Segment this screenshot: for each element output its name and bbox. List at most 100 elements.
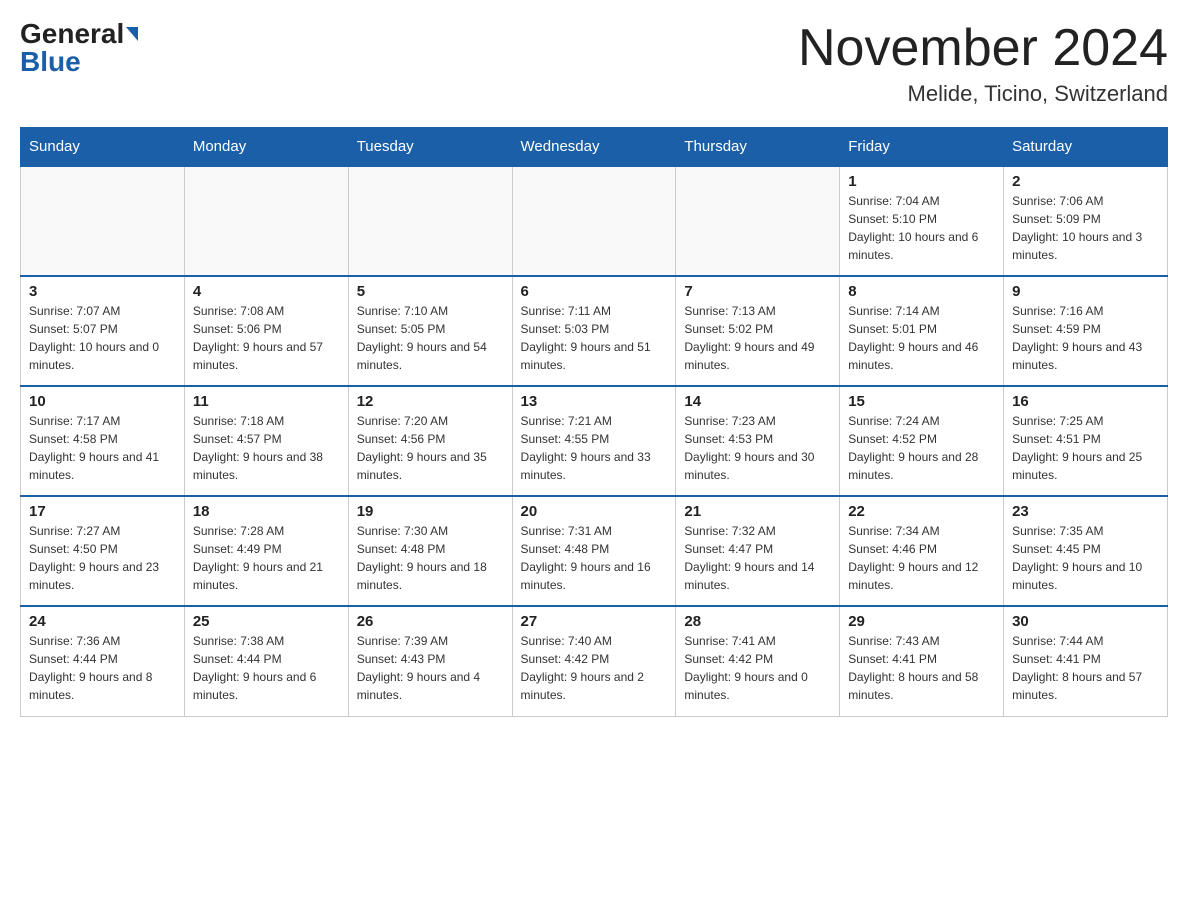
calendar-cell: 22 Sunrise: 7:34 AMSunset: 4:46 PMDayligh… [840, 496, 1004, 606]
sun-info: Sunrise: 7:21 AMSunset: 4:55 PMDaylight:… [521, 412, 668, 484]
calendar-cell [512, 166, 676, 276]
day-number: 11 [193, 393, 340, 410]
calendar-cell: 17Sunrise: 7:27 AMSunset: 4:50 PMDayligh… [21, 496, 185, 606]
sun-info: Sunrise: 7:38 AMSunset: 4:44 PMDaylight:… [193, 632, 340, 704]
day-number: 4 [193, 283, 340, 300]
day-number: 24 [29, 613, 176, 630]
sun-info: Sunrise: 7:25 AMSunset: 4:51 PMDaylight:… [1012, 412, 1159, 484]
sun-info: Sunrise: 7:10 AMSunset: 5:05 PMDaylight:… [357, 302, 504, 374]
calendar-cell: 24 Sunrise: 7:36 AMSunset: 4:44 PMDayligh… [21, 606, 185, 716]
calendar-cell: 1 Sunrise: 7:04 AMSunset: 5:10 PMDaylight… [840, 166, 1004, 276]
day-number: 12 [357, 393, 504, 410]
calendar-cell: 25Sunrise: 7:38 AMSunset: 4:44 PMDayligh… [184, 606, 348, 716]
calendar-week-2: 3Sunrise: 7:07 AMSunset: 5:07 PMDaylight… [21, 276, 1168, 386]
day-number: 28 [684, 613, 831, 630]
sun-info: Sunrise: 7:20 AMSunset: 4:56 PMDaylight:… [357, 412, 504, 484]
calendar-cell [21, 166, 185, 276]
day-number: 23 [1012, 503, 1159, 520]
location: Melide, Ticino, Switzerland [798, 81, 1168, 107]
calendar-cell: 29Sunrise: 7:43 AMSunset: 4:41 PMDayligh… [840, 606, 1004, 716]
calendar-cell: 28 Sunrise: 7:41 AMSunset: 4:42 PMDayligh… [676, 606, 840, 716]
day-number: 9 [1012, 283, 1159, 300]
calendar-cell: 12 Sunrise: 7:20 AMSunset: 4:56 PMDayligh… [348, 386, 512, 496]
day-number: 17 [29, 503, 176, 520]
calendar-week-1: 1 Sunrise: 7:04 AMSunset: 5:10 PMDaylight… [21, 166, 1168, 276]
sun-info: Sunrise: 7:36 AMSunset: 4:44 PMDaylight:… [29, 632, 176, 704]
sun-info: Sunrise: 7:30 AMSunset: 4:48 PMDaylight:… [357, 522, 504, 594]
day-number: 6 [521, 283, 668, 300]
day-number: 7 [684, 283, 831, 300]
sun-info: Sunrise: 7:07 AMSunset: 5:07 PMDaylight:… [29, 302, 176, 374]
day-number: 21 [684, 503, 831, 520]
sun-info: Sunrise: 7:41 AMSunset: 4:42 PMDaylight:… [684, 632, 831, 704]
calendar-cell: 8 Sunrise: 7:14 AMSunset: 5:01 PMDaylight… [840, 276, 1004, 386]
calendar-cell: 19 Sunrise: 7:30 AMSunset: 4:48 PMDayligh… [348, 496, 512, 606]
calendar-week-3: 10 Sunrise: 7:17 AMSunset: 4:58 PMDayligh… [21, 386, 1168, 496]
col-header-tuesday: Tuesday [348, 128, 512, 167]
col-header-wednesday: Wednesday [512, 128, 676, 167]
calendar-cell: 11 Sunrise: 7:18 AMSunset: 4:57 PMDayligh… [184, 386, 348, 496]
calendar-cell: 9 Sunrise: 7:16 AMSunset: 4:59 PMDaylight… [1004, 276, 1168, 386]
calendar-header-row: SundayMondayTuesdayWednesdayThursdayFrid… [21, 128, 1168, 167]
day-number: 8 [848, 283, 995, 300]
sun-info: Sunrise: 7:24 AMSunset: 4:52 PMDaylight:… [848, 412, 995, 484]
calendar-cell: 6Sunrise: 7:11 AMSunset: 5:03 PMDaylight… [512, 276, 676, 386]
calendar-cell: 2 Sunrise: 7:06 AMSunset: 5:09 PMDaylight… [1004, 166, 1168, 276]
logo-blue-text: Blue [20, 48, 81, 76]
day-number: 15 [848, 393, 995, 410]
day-number: 1 [848, 173, 995, 190]
sun-info: Sunrise: 7:34 AMSunset: 4:46 PMDaylight:… [848, 522, 995, 594]
sun-info: Sunrise: 7:31 AMSunset: 4:48 PMDaylight:… [521, 522, 668, 594]
sun-info: Sunrise: 7:32 AMSunset: 4:47 PMDaylight:… [684, 522, 831, 594]
day-number: 19 [357, 503, 504, 520]
sun-info: Sunrise: 7:14 AMSunset: 5:01 PMDaylight:… [848, 302, 995, 374]
sun-info: Sunrise: 7:13 AMSunset: 5:02 PMDaylight:… [684, 302, 831, 374]
sun-info: Sunrise: 7:17 AMSunset: 4:58 PMDaylight:… [29, 412, 176, 484]
sun-info: Sunrise: 7:16 AMSunset: 4:59 PMDaylight:… [1012, 302, 1159, 374]
col-header-friday: Friday [840, 128, 1004, 167]
day-number: 26 [357, 613, 504, 630]
calendar-table: SundayMondayTuesdayWednesdayThursdayFrid… [20, 127, 1168, 717]
sun-info: Sunrise: 7:23 AMSunset: 4:53 PMDaylight:… [684, 412, 831, 484]
sun-info: Sunrise: 7:04 AMSunset: 5:10 PMDaylight:… [848, 192, 995, 264]
sun-info: Sunrise: 7:39 AMSunset: 4:43 PMDaylight:… [357, 632, 504, 704]
calendar-cell: 30 Sunrise: 7:44 AMSunset: 4:41 PMDayligh… [1004, 606, 1168, 716]
logo: General Blue [20, 20, 138, 76]
calendar-week-5: 24 Sunrise: 7:36 AMSunset: 4:44 PMDayligh… [21, 606, 1168, 716]
day-number: 13 [521, 393, 668, 410]
calendar-cell: 18 Sunrise: 7:28 AMSunset: 4:49 PMDayligh… [184, 496, 348, 606]
calendar-cell [184, 166, 348, 276]
calendar-week-4: 17Sunrise: 7:27 AMSunset: 4:50 PMDayligh… [21, 496, 1168, 606]
calendar-cell: 27Sunrise: 7:40 AMSunset: 4:42 PMDayligh… [512, 606, 676, 716]
col-header-thursday: Thursday [676, 128, 840, 167]
logo-arrow-icon [126, 27, 138, 41]
calendar-cell: 20 Sunrise: 7:31 AMSunset: 4:48 PMDayligh… [512, 496, 676, 606]
calendar-cell: 10 Sunrise: 7:17 AMSunset: 4:58 PMDayligh… [21, 386, 185, 496]
sun-info: Sunrise: 7:18 AMSunset: 4:57 PMDaylight:… [193, 412, 340, 484]
logo-general-text: General [20, 20, 124, 48]
sun-info: Sunrise: 7:44 AMSunset: 4:41 PMDaylight:… [1012, 632, 1159, 704]
day-number: 2 [1012, 173, 1159, 190]
sun-info: Sunrise: 7:28 AMSunset: 4:49 PMDaylight:… [193, 522, 340, 594]
calendar-cell: 7 Sunrise: 7:13 AMSunset: 5:02 PMDaylight… [676, 276, 840, 386]
calendar-cell: 16Sunrise: 7:25 AMSunset: 4:51 PMDayligh… [1004, 386, 1168, 496]
day-number: 30 [1012, 613, 1159, 630]
calendar-cell: 23Sunrise: 7:35 AMSunset: 4:45 PMDayligh… [1004, 496, 1168, 606]
title-area: November 2024 Melide, Ticino, Switzerlan… [798, 20, 1168, 107]
calendar-cell [348, 166, 512, 276]
calendar-cell: 4Sunrise: 7:08 AMSunset: 5:06 PMDaylight… [184, 276, 348, 386]
calendar-cell: 5Sunrise: 7:10 AMSunset: 5:05 PMDaylight… [348, 276, 512, 386]
day-number: 18 [193, 503, 340, 520]
col-header-monday: Monday [184, 128, 348, 167]
day-number: 27 [521, 613, 668, 630]
calendar-cell: 21 Sunrise: 7:32 AMSunset: 4:47 PMDayligh… [676, 496, 840, 606]
calendar-cell: 13 Sunrise: 7:21 AMSunset: 4:55 PMDayligh… [512, 386, 676, 496]
month-title: November 2024 [798, 20, 1168, 77]
day-number: 14 [684, 393, 831, 410]
sun-info: Sunrise: 7:06 AMSunset: 5:09 PMDaylight:… [1012, 192, 1159, 264]
calendar-cell: 14 Sunrise: 7:23 AMSunset: 4:53 PMDayligh… [676, 386, 840, 496]
day-number: 20 [521, 503, 668, 520]
calendar-cell: 15 Sunrise: 7:24 AMSunset: 4:52 PMDayligh… [840, 386, 1004, 496]
day-number: 22 [848, 503, 995, 520]
day-number: 10 [29, 393, 176, 410]
